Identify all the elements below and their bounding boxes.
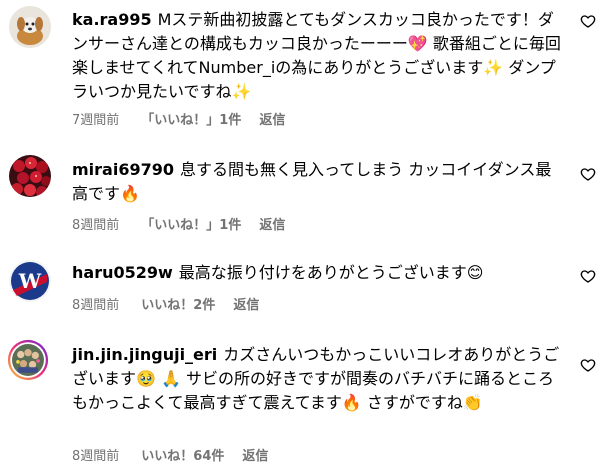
comment-time: 7週間前 bbox=[72, 113, 120, 128]
like-count-button[interactable]: 「いいね！」1件 bbox=[141, 113, 241, 128]
like-count-button[interactable]: いいね！2件 bbox=[141, 298, 215, 313]
heart-outline-icon[interactable] bbox=[580, 268, 596, 284]
comment-username[interactable]: ka.ra995 bbox=[72, 10, 152, 29]
comment-username[interactable]: jin.jin.jinguji_eri bbox=[72, 345, 217, 364]
heart-outline-icon[interactable] bbox=[580, 13, 596, 29]
user-avatar[interactable] bbox=[9, 155, 51, 197]
user-avatar[interactable]: W bbox=[9, 260, 51, 302]
comment-body: jin.jin.jinguji_eri カズさんいつもかっこいいコレオありがとうご… bbox=[72, 343, 562, 415]
comment-body: mirai69790 息する間も無く見入ってしまう カッコイイダンス最高です🔥 bbox=[72, 158, 562, 206]
comment-time: 8週間前 bbox=[72, 298, 120, 313]
user-avatar[interactable] bbox=[9, 6, 51, 48]
comment-meta: 7週間前 「いいね！」1件 返信 bbox=[72, 109, 303, 128]
heart-outline-icon[interactable] bbox=[580, 166, 596, 182]
like-count-button[interactable]: 「いいね！」1件 bbox=[141, 218, 241, 233]
comment-body: haru0529w 最高な振り付けをありがとうございます😊 bbox=[72, 261, 562, 285]
reply-button[interactable]: 返信 bbox=[259, 113, 285, 128]
svg-text:W: W bbox=[18, 269, 42, 293]
comment-meta: 8週間前 いいね！64件 返信 bbox=[72, 445, 286, 464]
comment-time: 8週間前 bbox=[72, 218, 120, 233]
comment-body: ka.ra995 Mステ新曲初披露とてもダンスカッコ良かったです！ダンサーさん達と… bbox=[72, 8, 562, 104]
comment-username[interactable]: haru0529w bbox=[72, 263, 173, 282]
heart-outline-icon[interactable] bbox=[580, 357, 596, 373]
reply-button[interactable]: 返信 bbox=[259, 218, 285, 233]
reply-button[interactable]: 返信 bbox=[233, 298, 259, 313]
comment-text: 最高な振り付けをありがとうございます😊 bbox=[178, 263, 484, 282]
user-avatar-story-ring[interactable] bbox=[7, 339, 53, 385]
comment-time: 8週間前 bbox=[72, 449, 120, 464]
like-count-button[interactable]: いいね！64件 bbox=[141, 449, 224, 464]
comment-meta: 8週間前 「いいね！」1件 返信 bbox=[72, 214, 303, 233]
comment-username[interactable]: mirai69790 bbox=[72, 160, 174, 179]
reply-button[interactable]: 返信 bbox=[242, 449, 268, 464]
comment-meta: 8週間前 いいね！2件 返信 bbox=[72, 294, 277, 313]
